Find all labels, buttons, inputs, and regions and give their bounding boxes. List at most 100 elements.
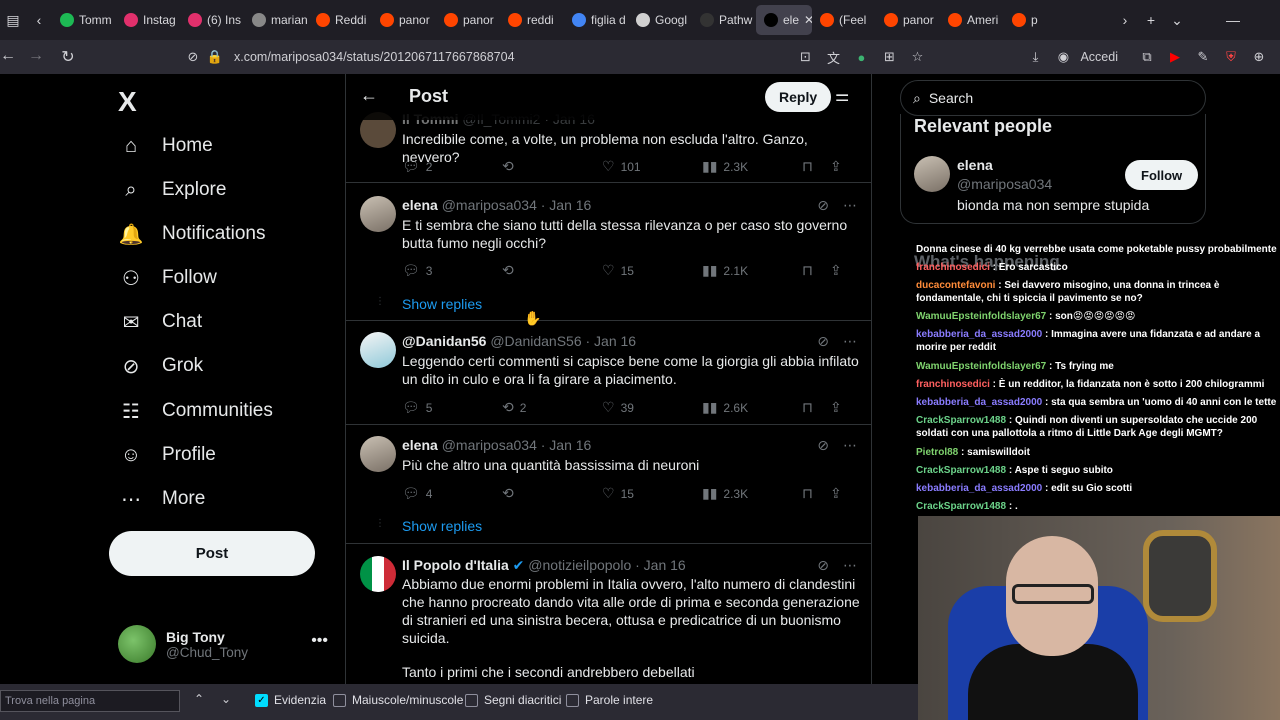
browser-tab[interactable]: Googl [628,5,692,35]
avatar[interactable] [360,196,396,232]
close-tab-icon[interactable]: ✕ [804,13,812,27]
more-dots-icon[interactable]: ⋯ [843,557,857,574]
tweet-item[interactable]: @Danidan56 @DanidanS56 · Jan 16 ⊘ ⋯ Legge… [346,330,871,425]
sidebar-item-notifications[interactable]: 🔔 Notifications [118,221,266,247]
case-option[interactable]: Maiuscole/minuscole [333,693,463,707]
views-action[interactable]: ▮▮ 2.3K [702,158,802,175]
bookmark-action[interactable]: ⊓ [802,399,830,416]
site-permissions-icon[interactable]: ⊘ [182,49,204,65]
diacritics-checkbox[interactable] [465,693,478,707]
reply-button[interactable]: Reply [765,82,832,112]
extension-icon[interactable]: ✎ [1192,49,1214,65]
reply-action[interactable]: 💬︎ 3 [402,262,502,279]
reload-icon[interactable]: ↻ [52,47,84,67]
youtube-extension-icon[interactable]: ▶ [1164,49,1186,65]
new-tab-icon[interactable]: + [1138,12,1164,28]
find-next-icon[interactable]: ⌄ [221,692,231,706]
more-dots-icon[interactable]: ⋯ [843,437,857,454]
author-name[interactable]: @Danidan56 [402,333,486,349]
filter-sliders-icon[interactable]: ⚌ [835,86,849,106]
more-dots-icon[interactable]: ••• [311,632,328,650]
reply-action[interactable]: 💬︎ 4 [402,485,502,502]
post-button[interactable]: Post [109,531,315,576]
scroll-tabs-left-icon[interactable]: ‹ [26,12,52,28]
url-text[interactable]: x.com/mariposa034/status/201206711766786… [234,50,515,64]
views-action[interactable]: ▮▮ 2.6K [702,399,802,416]
avatar[interactable] [914,156,950,192]
follow-button[interactable]: Follow [1125,160,1199,190]
find-input[interactable]: Trova nella pagina [0,690,180,712]
show-replies-link[interactable]: Show replies [402,518,482,534]
like-action[interactable]: ♡ 101 [602,158,702,175]
sidebar-item-communities[interactable]: ☷ Communities [118,398,273,424]
more-dots-icon[interactable]: ⋯ [843,333,857,350]
browser-tab[interactable]: panor [436,5,500,35]
browser-tab[interactable]: panor [876,5,940,35]
extension-green-icon[interactable]: ● [850,50,872,65]
sidebar-item-more[interactable]: ⋯ More [118,486,205,512]
like-action[interactable]: ♡ 15 [602,485,702,502]
translate-page-icon[interactable]: ⊞ [878,49,900,65]
avatar[interactable] [360,556,396,592]
views-action[interactable]: ▮▮ 2.3K [702,485,802,502]
avatar[interactable] [360,332,396,368]
show-replies-link[interactable]: Show replies [402,296,482,312]
whole-words-checkbox[interactable] [566,693,579,707]
share-action[interactable]: ⇪ [830,158,842,175]
grok-icon[interactable]: ⊘ [817,437,829,454]
share-action[interactable]: ⇪ [830,262,842,279]
browser-tab[interactable]: (Feel [812,5,876,35]
browser-tab[interactable]: ele ✕ [756,5,812,35]
ublock-icon[interactable]: ⛨ [1220,49,1242,65]
browser-tab[interactable]: panor [372,5,436,35]
browser-tab[interactable]: p [1004,5,1068,35]
person-name[interactable]: elena [957,157,993,173]
forward-arrow-icon[interactable]: → [20,47,52,65]
share-action[interactable]: ⇪ [830,485,842,502]
bookmark-action[interactable]: ⊓ [802,485,830,502]
scroll-tabs-right-icon[interactable]: › [1112,12,1138,28]
sidebar-item-follow[interactable]: ⚇ Follow [118,265,217,291]
bookmark-action[interactable]: ⊓ [802,262,830,279]
tab-list-icon[interactable]: ▤ [0,12,26,29]
translate-icon[interactable]: 文 [822,48,844,67]
browser-tab[interactable]: mariangel [244,5,308,35]
sidebar-item-explore[interactable]: ⌕ Explore [118,177,226,203]
account-icon[interactable]: ◉ [1052,49,1074,65]
account-switcher[interactable]: Big Tony @Chud_Tony ••• [118,622,328,666]
bookmark-action[interactable]: ⊓ [802,158,830,175]
views-action[interactable]: ▮▮ 2.1K [702,262,802,279]
author-meta[interactable]: @mariposa034 · Jan 16 [442,197,592,213]
person-handle[interactable]: @mariposa034 [957,176,1052,192]
sidebar-item-home[interactable]: ⌂ Home [118,133,213,159]
browser-tab[interactable]: Instag [116,5,180,35]
sidebar-item-profile[interactable]: ☺ Profile [118,442,216,468]
grok-icon[interactable]: ⊘ [817,333,829,350]
author-name[interactable]: elena [402,197,438,213]
repost-action[interactable]: ⟲ [502,158,602,175]
back-arrow-icon[interactable]: ← [360,85,378,106]
browser-tab[interactable]: Tomm [52,5,116,35]
author-meta[interactable]: @DanidanS56 · Jan 16 [490,333,636,349]
repost-action[interactable]: ⟲ [502,262,602,279]
browser-tab[interactable]: figlia d [564,5,628,35]
bookmark-star-icon[interactable]: ☆ [906,49,928,65]
diacritics-option[interactable]: Segni diacritici [465,693,561,707]
tab-overflow-chevron-down-icon[interactable]: ⌄ [1164,12,1190,29]
account-label[interactable]: Accedi [1080,50,1118,64]
reader-view-icon[interactable]: ⊡ [794,49,816,65]
highlight-option[interactable]: ✓ Evidenzia [255,693,326,707]
more-dots-icon[interactable]: ⋯ [843,197,857,214]
repost-action[interactable]: ⟲ [502,485,602,502]
lock-icon[interactable]: 🔒 [204,49,226,65]
overflow-menu-icon[interactable]: ⊕ [1248,49,1270,65]
browser-tab[interactable]: Ameri [940,5,1004,35]
tweet-item[interactable]: elena @mariposa034 · Jan 16 ⊘ ⋯ E ti semb… [346,194,871,304]
author-name[interactable]: Il Popolo d'Italia [402,557,509,573]
case-checkbox[interactable] [333,693,346,707]
find-previous-icon[interactable]: ⌃ [194,692,204,706]
browser-tab[interactable]: reddi [500,5,564,35]
address-bar[interactable]: ⊘ 🔒 x.com/mariposa034/status/20120671176… [110,43,830,71]
minimize-window-icon[interactable]: — [1220,12,1246,28]
search-input[interactable]: ⌕ Search [900,80,1206,116]
